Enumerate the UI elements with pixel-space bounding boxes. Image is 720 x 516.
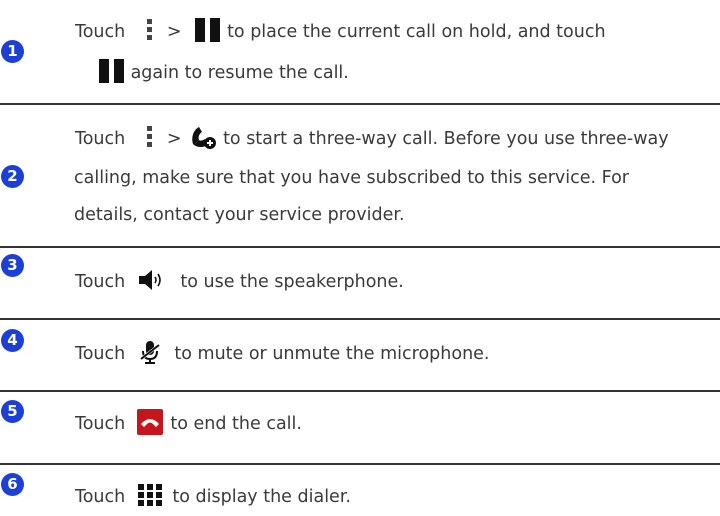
- step-text: Touch > to start a three-way call. Befor…: [74, 121, 720, 234]
- step-row-5: 5 Touch to end the call.: [0, 392, 720, 465]
- step-description: to mute or unmute the microphone.: [174, 344, 490, 364]
- add-call-icon: [192, 127, 217, 149]
- separator-symbol: >: [166, 22, 182, 42]
- step-row-6: 6 Touch to display the dialer.: [0, 465, 720, 512]
- step-row-3: 3 Touch to use the speakerphone.: [0, 248, 720, 320]
- step-number-badge: 4: [1, 329, 24, 352]
- touch-word: Touch: [75, 344, 126, 364]
- step-text: Touch > to place the current call on hol…: [75, 14, 720, 92]
- touch-word: Touch: [75, 22, 126, 42]
- step-number-badge: 1: [1, 40, 24, 63]
- step-description: to end the call.: [170, 414, 302, 434]
- end-call-icon: [136, 409, 163, 435]
- menu-icon: [146, 126, 153, 148]
- step-row-2: 2 Touch > to start a three-way call. Bef…: [0, 105, 720, 248]
- step-text: Touch to display the dialer.: [75, 479, 720, 516]
- step-description: again to resume the call.: [130, 63, 349, 83]
- mute-microphone-icon: [139, 341, 160, 364]
- step-row-4: 4 Touch to mute or unmute the microphone…: [0, 320, 720, 392]
- touch-word: Touch: [75, 487, 126, 507]
- step-description: to use the speakerphone.: [180, 272, 404, 292]
- step-text: Touch to mute or unmute the microphone.: [75, 336, 720, 373]
- touch-word: Touch: [75, 414, 126, 434]
- step-description: to display the dialer.: [172, 487, 351, 507]
- touch-word: Touch: [75, 129, 126, 149]
- step-number-badge: 6: [1, 473, 24, 496]
- step-line: calling, make sure that you have subscri…: [74, 168, 629, 188]
- instruction-list: 1 Touch > to place the current call on h…: [0, 0, 720, 512]
- step-description: to place the current call on hold, and t…: [227, 22, 606, 42]
- dialer-icon: [137, 484, 162, 506]
- speaker-icon: [138, 270, 161, 290]
- step-line: again to resume the call.: [75, 55, 720, 92]
- step-description: to start a three-way call. Before you us…: [223, 129, 669, 149]
- pause-icon: [99, 59, 125, 83]
- step-line: Touch > to start a three-way call. Befor…: [75, 121, 720, 158]
- touch-word: Touch: [75, 272, 126, 292]
- pause-icon: [195, 18, 221, 42]
- step-number-badge: 5: [1, 400, 24, 423]
- step-line: Touch > to place the current call on hol…: [75, 14, 720, 51]
- step-line: details, contact your service provider.: [74, 205, 405, 225]
- separator-symbol: >: [166, 129, 182, 149]
- step-number-badge: 2: [1, 165, 24, 188]
- step-text: Touch to use the speakerphone.: [75, 264, 720, 301]
- menu-icon: [146, 19, 153, 41]
- step-text: Touch to end the call.: [75, 406, 720, 443]
- step-number-badge: 3: [1, 254, 24, 277]
- step-row-1: 1 Touch > to place the current call on h…: [0, 0, 720, 105]
